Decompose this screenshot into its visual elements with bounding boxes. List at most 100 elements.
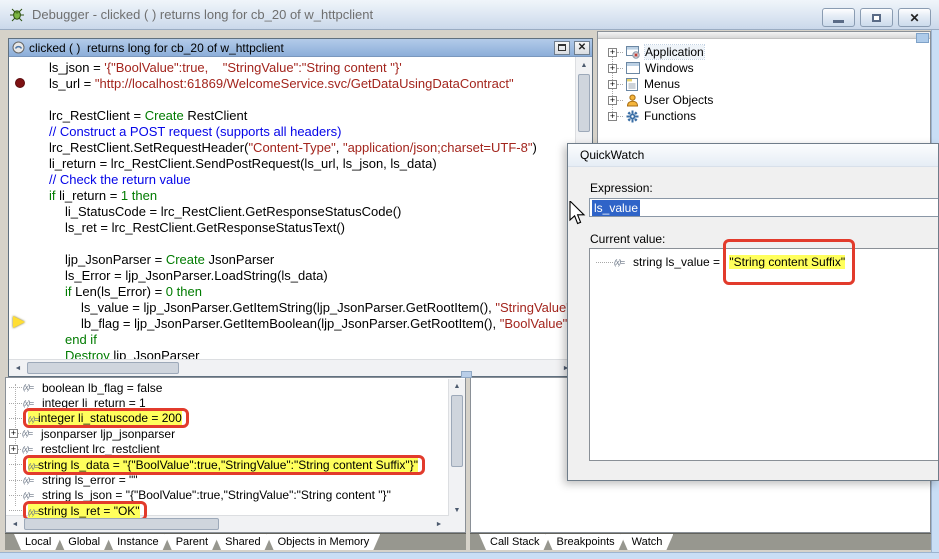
expand-plus-icon[interactable]: + (608, 96, 617, 105)
code-line[interactable]: ljp_JsonParser = Create JsonParser (35, 252, 575, 268)
scrollbar-thumb[interactable] (451, 395, 463, 467)
variable-row[interactable]: (x)=string ls_data = "{"BoolValue":true,… (9, 457, 447, 472)
code-segment: // Construct a POST request (supports al… (49, 124, 341, 139)
code-segment: ls_Error = ljp_JsonParser.LoadString(ls_… (65, 268, 328, 283)
tab-shared[interactable]: Shared (214, 534, 271, 550)
code-line[interactable]: if li_return = 1 then (35, 188, 575, 204)
scrollbar-thumb[interactable] (578, 74, 590, 132)
code-line[interactable] (35, 236, 575, 252)
splitter-handle[interactable] (461, 371, 472, 378)
current-value-list[interactable]: (x)= string ls_value = "String content S… (589, 248, 939, 461)
variable-row[interactable]: (x)=boolean lb_flag = false (9, 380, 447, 395)
code-line[interactable]: end if (35, 332, 575, 348)
code-line[interactable]: ls_Error = ljp_JsonParser.LoadString(ls_… (35, 268, 575, 284)
code-segment: ljp_JsonParser (110, 348, 200, 359)
source-window-titlebar[interactable]: clicked ( ) returns long for cb_20 of w_… (9, 39, 592, 57)
application-icon (626, 46, 640, 59)
code-line[interactable]: Destroy ljp_JsonParser (35, 348, 575, 359)
windows-icon (626, 62, 640, 75)
tab-watch[interactable]: Watch (621, 534, 674, 550)
tab-objects-in-memory[interactable]: Objects in Memory (267, 534, 381, 550)
scroll-right-icon[interactable]: ► (431, 516, 447, 533)
tree-panel-corner-handle[interactable] (916, 33, 929, 43)
code-segment: ljp_JsonParser = (65, 252, 166, 267)
tree-item-functions[interactable]: + Functions (608, 108, 926, 124)
breakpoint-icon[interactable] (15, 78, 25, 88)
tab-local[interactable]: Local (14, 534, 62, 550)
variable-row[interactable]: (x)=integer li_statuscode = 200 (9, 411, 447, 426)
scroll-left-icon[interactable]: ◄ (10, 360, 26, 377)
tree-item-menus[interactable]: +Menus (608, 76, 926, 92)
scroll-up-icon[interactable]: ▲ (576, 58, 592, 73)
scrollbar-thumb[interactable] (24, 518, 219, 530)
expression-input[interactable]: ls_value (589, 198, 939, 217)
tree-item-label: Functions (644, 109, 696, 123)
quickwatch-dialog: QuickWatch Expression: ls_value Current … (567, 143, 939, 481)
code-line[interactable]: // Construct a POST request (supports al… (35, 124, 575, 140)
minimize-button[interactable] (822, 8, 855, 27)
tab-call-stack[interactable]: Call Stack (479, 534, 551, 550)
code-area[interactable]: ls_json = '{"BoolValue":true, "StringVal… (35, 60, 575, 359)
code-segment: JsonParser (205, 252, 274, 267)
variable-row[interactable]: (x)=string ls_error = "" (9, 472, 447, 487)
code-line[interactable]: lrc_RestClient = Create RestClient (35, 108, 575, 124)
main-titlebar: Debugger - clicked ( ) returns long for … (0, 0, 939, 30)
tab-global[interactable]: Global (57, 534, 111, 550)
scrollbar-thumb[interactable] (27, 362, 179, 374)
restore-button[interactable] (860, 8, 893, 27)
tree-item-user-objects[interactable]: +User Objects (608, 92, 926, 108)
expand-plus-icon[interactable]: + (608, 48, 617, 57)
current-line-arrow-icon (13, 316, 25, 328)
expand-plus-icon[interactable]: + (608, 80, 617, 89)
code-line[interactable]: li_StatusCode = lrc_RestClient.GetRespon… (35, 204, 575, 220)
code-segment: then (173, 284, 202, 299)
variables-panel: (x)=boolean lb_flag = false (x)=integer l… (5, 377, 466, 533)
code-horizontal-scrollbar[interactable]: ◄ ► (9, 359, 575, 376)
variables-vertical-scrollbar[interactable]: ▲ ▼ (448, 379, 465, 518)
window-frame-bottom (0, 552, 939, 559)
tree-item-application[interactable]: +Application (608, 44, 926, 60)
scroll-left-icon[interactable]: ◄ (7, 516, 23, 533)
code-segment: '{"BoolValue":true, "StringValue":"Strin… (104, 60, 401, 75)
code-line[interactable]: lrc_RestClient.SetRequestHeader("Content… (35, 140, 575, 156)
code-line[interactable]: lb_flag = ljp_JsonParser.GetItemBoolean(… (35, 316, 575, 332)
source-maximize-button[interactable] (554, 41, 570, 55)
expand-plus-icon[interactable]: + (9, 429, 18, 438)
watch-variable-name: string ls_value (633, 255, 710, 269)
tree-connector (9, 395, 22, 404)
code-line[interactable]: ls_url = "http://localhost:61869/Welcome… (35, 76, 575, 92)
tab-breakpoints[interactable]: Breakpoints (546, 534, 626, 550)
tree-item-windows[interactable]: + Windows (608, 60, 926, 76)
code-segment: ls_value = ljp_JsonParser.GetItemString(… (81, 300, 495, 315)
code-line[interactable]: // Check the return value (35, 172, 575, 188)
watch-value-row[interactable]: (x)= string ls_value = "String content S… (596, 254, 855, 270)
restore-icon (872, 14, 881, 22)
tree-connector (18, 425, 21, 434)
expand-plus-icon[interactable]: + (608, 112, 617, 121)
code-line[interactable]: li_return = lrc_RestClient.SendPostReque… (35, 156, 575, 172)
equals-sign: = (710, 255, 724, 269)
variable-row[interactable]: +(x)=jsonparser ljp_jsonparser (9, 426, 447, 441)
expand-plus-icon[interactable]: + (608, 64, 617, 73)
annotation-red-box: (x)=string ls_data = "{"BoolValue":true,… (23, 455, 425, 475)
code-line[interactable]: ls_ret = lrc_RestClient.GetResponseStatu… (35, 220, 575, 236)
scrollbar-corner (448, 516, 465, 532)
scroll-up-icon[interactable]: ▲ (449, 379, 465, 394)
expand-plus-icon[interactable]: + (9, 445, 18, 454)
functions-icon (626, 110, 639, 123)
quickwatch-titlebar[interactable]: QuickWatch (568, 144, 938, 167)
quickwatch-title: QuickWatch (580, 148, 644, 162)
code-segment: end if (65, 332, 97, 347)
code-line[interactable] (35, 92, 575, 108)
tree-item-label: Windows (645, 61, 694, 75)
variable-text: string ls_ret = "OK" (38, 504, 140, 518)
tab-parent[interactable]: Parent (165, 534, 219, 550)
code-line[interactable]: ls_value = ljp_JsonParser.GetItemString(… (35, 300, 575, 316)
code-line[interactable]: if Len(ls_Error) = 0 then (35, 284, 575, 300)
code-line[interactable]: ls_json = '{"BoolValue":true, "StringVal… (35, 60, 575, 76)
variable-icon: (x)= (28, 415, 38, 424)
code-margin[interactable] (9, 57, 35, 359)
source-close-button[interactable]: ✕ (574, 41, 590, 55)
close-button[interactable]: ✕ (898, 8, 931, 27)
tab-instance[interactable]: Instance (106, 534, 170, 550)
